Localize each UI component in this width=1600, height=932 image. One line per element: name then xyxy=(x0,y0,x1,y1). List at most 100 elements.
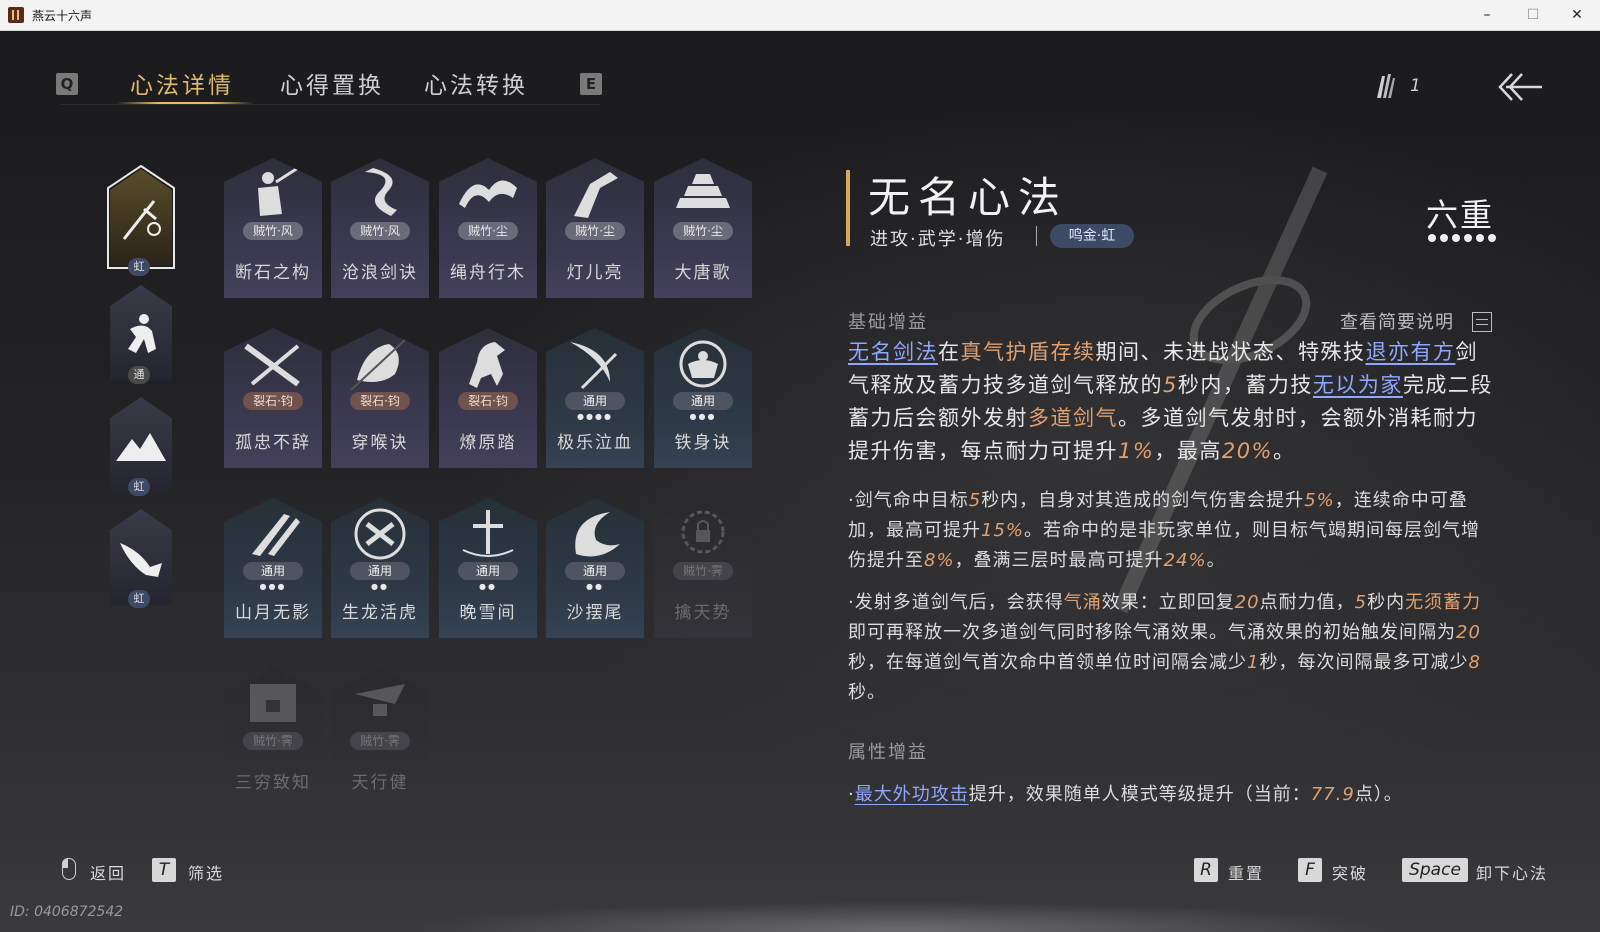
skill-card[interactable]: 裂石·钧 穿喉诀 xyxy=(331,328,429,468)
cross-sword-icon xyxy=(462,510,514,557)
rank-dot xyxy=(1488,234,1496,242)
skill-card[interactable]: 贼竹·尘 绳舟行木 xyxy=(439,158,537,298)
skill-card[interactable]: 通用 ●● 生龙活虎 xyxy=(331,498,429,638)
break-hint[interactable]: 突破 xyxy=(1332,860,1368,884)
mountain-icon xyxy=(116,433,166,461)
reset-hint[interactable]: 重置 xyxy=(1228,860,1264,884)
dragon-icon xyxy=(365,168,397,216)
close-button[interactable]: ✕ xyxy=(1554,0,1600,30)
skill-card[interactable]: 通用 ●● 晚雪间 xyxy=(439,498,537,638)
mouse-icon xyxy=(62,858,76,880)
card-school-tag: 通用 xyxy=(350,562,410,580)
attribute-description: ·最大外功攻击提升，效果随单人模式等级提升（当前：77.9点）。 xyxy=(848,784,1403,805)
sub-description-2: ·发射多道剑气后，会获得气涌效果：立即回复20点耐力值，5秒内无须蓄力即可再释放… xyxy=(848,592,1482,703)
fish-icon xyxy=(120,543,162,577)
spear-icon xyxy=(350,337,408,391)
card-school-tag: 贼竹·尘 xyxy=(565,222,625,240)
tab-insight-swap[interactable]: 心得置换 xyxy=(280,66,384,100)
skill-card[interactable]: 贼竹·霁 擒天势 xyxy=(654,498,752,638)
skill-link[interactable]: 退亦有方 xyxy=(1366,340,1456,364)
unequip-hint[interactable]: 卸下心法 xyxy=(1476,860,1548,884)
brief-toggle-icon[interactable] xyxy=(1472,312,1492,332)
card-level-dots: ●●●● xyxy=(577,412,613,421)
lock-bird-icon xyxy=(355,684,405,716)
category-badge: 通 xyxy=(128,366,150,384)
category-badge: 虹 xyxy=(128,478,150,496)
rank-dots xyxy=(1428,234,1498,244)
skill-title: 无名心法 xyxy=(868,173,1069,222)
wave-tree-icon xyxy=(459,180,517,208)
window-title: 燕云十六声 xyxy=(32,9,93,23)
crossed-weapons-icon xyxy=(244,343,300,387)
skill-card[interactable]: 通用 ●●● 山月无影 xyxy=(224,498,322,638)
next-tab-key[interactable]: E xyxy=(580,73,602,95)
break-key[interactable]: F xyxy=(1298,858,1322,882)
view-brief-link[interactable]: 查看简要说明 xyxy=(1340,308,1454,334)
active-tab-indicator xyxy=(116,102,254,104)
skill-card[interactable]: 通用 ●●●● 极乐泣血 xyxy=(546,328,644,468)
prev-tab-key[interactable]: Q xyxy=(56,73,78,95)
reset-key[interactable]: R xyxy=(1194,858,1218,882)
skill-tags: 进攻·武学·增伤 xyxy=(870,229,1006,250)
card-school-tag: 贼竹·尘 xyxy=(458,222,518,240)
skill-rank: 六重 xyxy=(1426,196,1495,234)
card-level-dots: ●●● xyxy=(259,582,287,591)
skill-link[interactable]: 无以为家 xyxy=(1313,373,1403,397)
card-name: 孤忠不辞 xyxy=(235,433,311,453)
attribute-link[interactable]: 最大外功攻击 xyxy=(855,784,969,805)
app-icon xyxy=(8,7,24,23)
card-school-tag: 通用 xyxy=(673,392,733,410)
card-school-tag: 通用 xyxy=(458,562,518,580)
crescent-blade-icon xyxy=(570,342,618,390)
card-school-tag: 贼竹·霁 xyxy=(243,732,303,750)
skill-link[interactable]: 无名剑法 xyxy=(848,340,938,364)
back-arrow-icon[interactable] xyxy=(1498,70,1544,104)
skill-card[interactable]: 裂石·钧 燎原踏 xyxy=(439,328,537,468)
lock-chain-icon xyxy=(681,510,725,554)
skill-card[interactable]: 贼竹·霁 天行健 xyxy=(331,668,429,808)
currency-count: 1 xyxy=(1410,76,1421,96)
palace-icon xyxy=(676,174,730,208)
swirl-emblem-icon xyxy=(354,508,406,560)
skill-card[interactable]: 贼竹·风沧浪剑诀 xyxy=(331,158,429,298)
card-name: 灯儿亮 xyxy=(566,263,624,283)
filter-key[interactable]: T xyxy=(152,858,176,882)
minimize-button[interactable]: – xyxy=(1464,0,1510,30)
card-name: 铁身诀 xyxy=(674,433,732,453)
strongman-icon xyxy=(679,340,727,388)
card-level-dots: ●● xyxy=(586,582,604,591)
back-hint[interactable]: 返回 xyxy=(90,860,126,884)
filter-hint[interactable]: 筛选 xyxy=(188,860,224,884)
running-man-icon xyxy=(128,314,156,353)
card-level-dots: ●●● xyxy=(689,412,717,421)
window-titlebar: 燕云十六声 – ☐ ✕ xyxy=(0,0,1600,31)
maximize-button[interactable]: ☐ xyxy=(1510,0,1556,30)
tab-divider xyxy=(60,104,600,105)
skill-card[interactable]: 贼竹·尘灯儿亮 xyxy=(546,158,644,298)
card-name: 生龙活虎 xyxy=(342,603,418,623)
rank-dot xyxy=(1464,234,1472,242)
skill-card[interactable]: 贼竹·风 断石之构 xyxy=(224,158,322,298)
category-badge: 虹 xyxy=(128,590,150,608)
skill-card[interactable]: 裂石·钧孤忠不辞 xyxy=(224,328,322,468)
skill-card[interactable]: 通用 ●●● 铁身诀 xyxy=(654,328,752,468)
card-name: 山月无影 xyxy=(235,603,311,623)
skill-card[interactable]: 通用 ●● 沙摆尾 xyxy=(546,498,644,638)
card-school-tag: 裂石·钧 xyxy=(243,392,303,410)
rank-dot xyxy=(1428,234,1436,242)
lock-scroll-icon xyxy=(250,684,296,722)
school-badge: 鸣金·虹 xyxy=(1050,224,1134,248)
leaping-figure-icon xyxy=(574,172,618,218)
card-school-tag: 贼竹·霁 xyxy=(673,562,733,580)
card-name: 天行健 xyxy=(351,773,409,793)
card-school-tag: 贼竹·风 xyxy=(350,222,410,240)
skill-card[interactable]: 贼竹·霁 三穷致知 xyxy=(224,668,322,808)
attribute-bonus-header: 属性增益 xyxy=(848,742,928,763)
tab-skill-details[interactable]: 心法详情 xyxy=(130,66,234,100)
card-school-tag: 通用 xyxy=(243,562,303,580)
skill-card[interactable]: 贼竹·尘 大唐歌 xyxy=(654,158,752,298)
tab-skill-convert[interactable]: 心法转换 xyxy=(424,66,528,100)
card-name: 沧浪剑诀 xyxy=(342,263,418,283)
unequip-key[interactable]: Space xyxy=(1402,858,1468,882)
card-school-tag: 贼竹·尘 xyxy=(673,222,733,240)
